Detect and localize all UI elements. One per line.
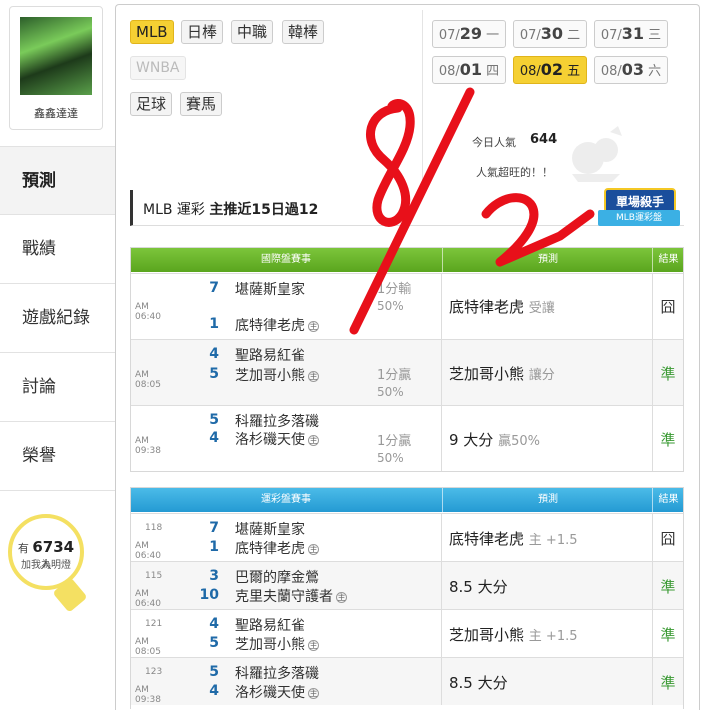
handwritten-8-2-annotation-icon [349, 87, 595, 335]
